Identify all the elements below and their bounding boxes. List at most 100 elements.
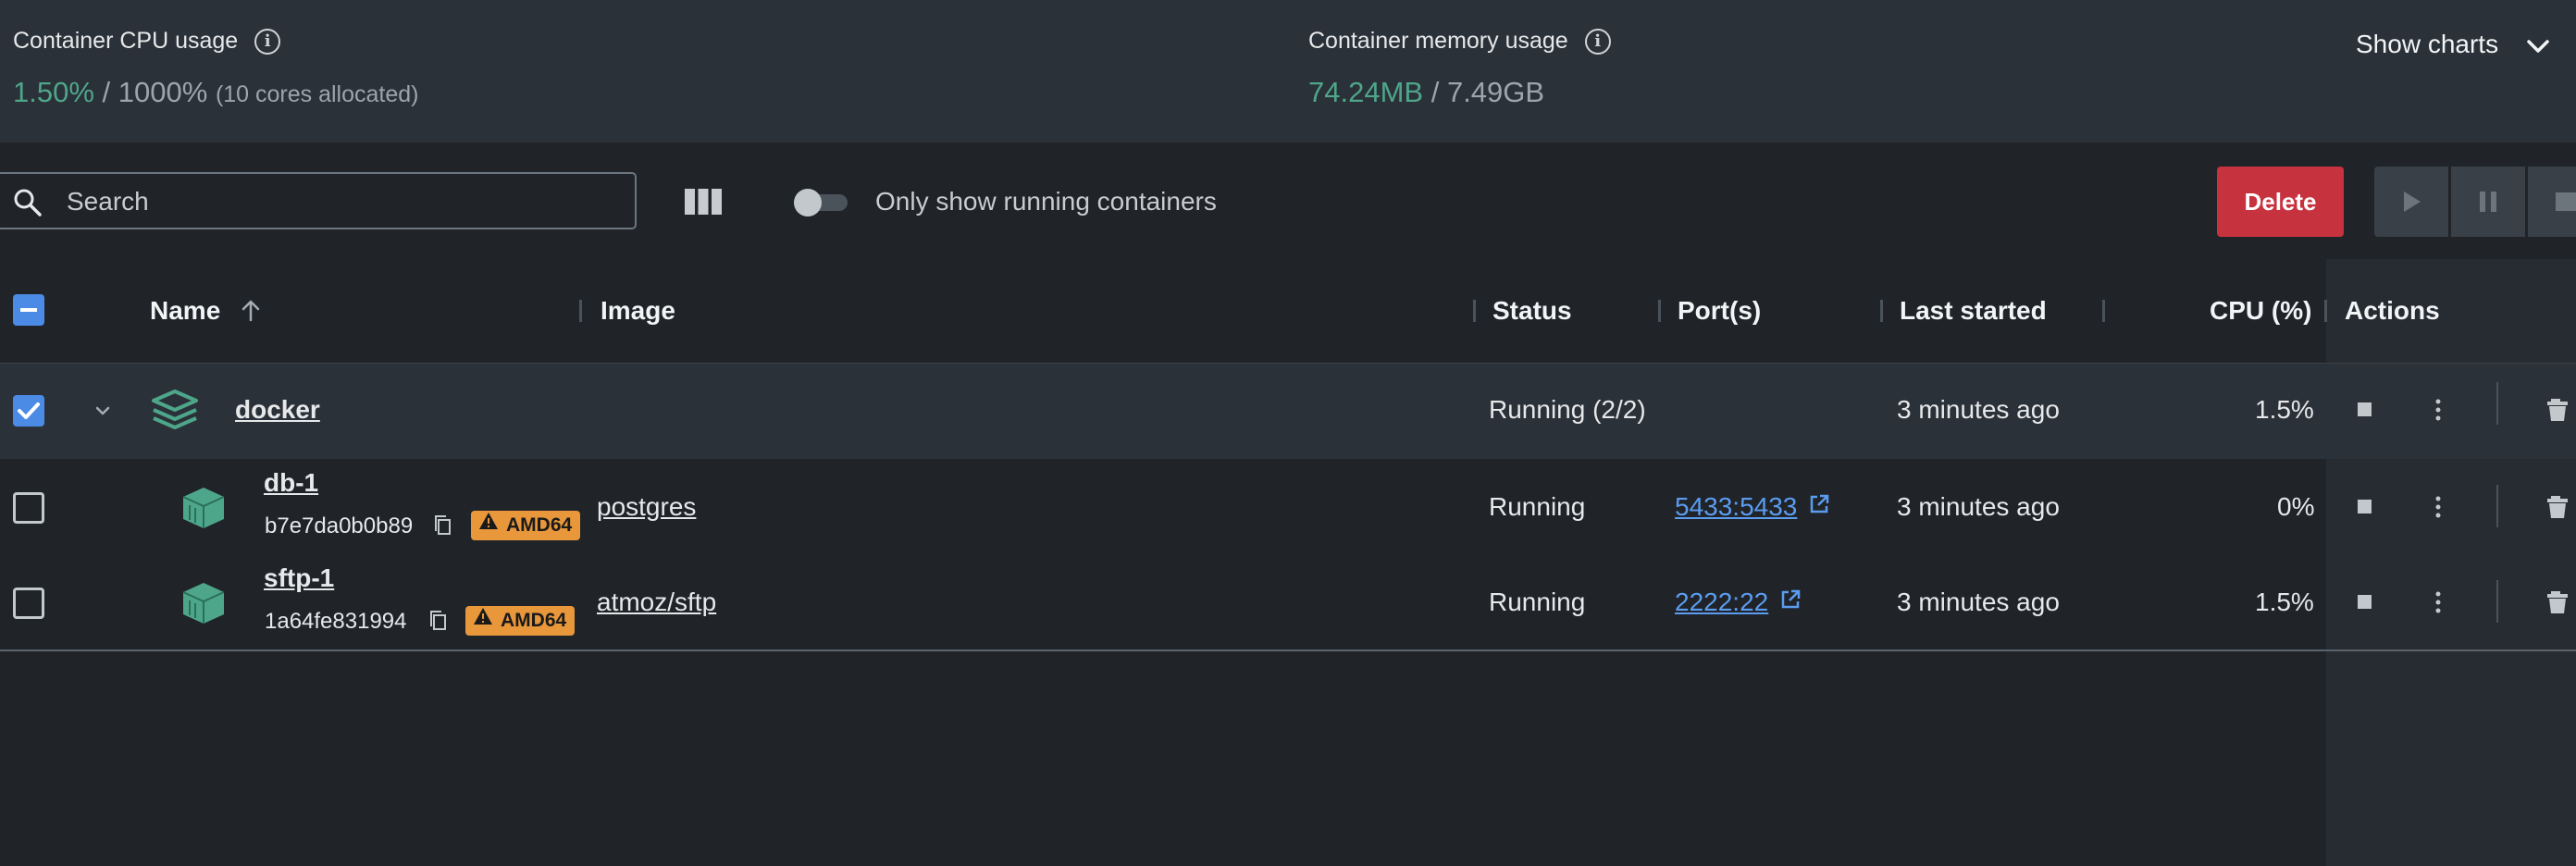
cpu-usage-heading: Container CPU usage i	[13, 28, 281, 56]
column-resize-handle[interactable]	[1473, 300, 1476, 322]
container-last-started: 3 minutes ago	[1897, 588, 2060, 616]
external-link-icon[interactable]	[1779, 588, 1802, 617]
memory-used: 74.24MB	[1308, 76, 1424, 108]
cpu-cores-note: (10 cores allocated)	[215, 81, 419, 107]
cpu-usage-label: Container CPU usage	[13, 28, 239, 54]
cpu-usage-value: 1.50% / 1000% (10 cores allocated)	[13, 76, 419, 109]
column-header-ports[interactable]: Port(s)	[1678, 296, 1761, 326]
image-link[interactable]: postgres	[597, 492, 696, 522]
play-icon	[2404, 192, 2421, 212]
more-options-button[interactable]	[2428, 397, 2448, 427]
container-id: b7e7da0b0b89	[265, 513, 414, 538]
columns-toggle-button[interactable]	[683, 185, 724, 223]
row-checkbox[interactable]	[13, 395, 44, 427]
stop-icon	[2358, 595, 2372, 609]
memory-usage-label: Container memory usage	[1308, 28, 1568, 54]
search-icon	[13, 188, 43, 222]
pause-icon	[2480, 192, 2496, 212]
compose-group-row[interactable]: docker Running (2/2) 3 minutes ago 1.5%	[0, 364, 2576, 459]
stop-icon	[2556, 192, 2576, 211]
actions-divider	[2496, 485, 2498, 527]
stop-button[interactable]	[2356, 498, 2374, 521]
container-row[interactable]: db-1 b7e7da0b0b89 AMD64 postgres Running…	[0, 461, 2576, 553]
column-name-label: Name	[150, 296, 221, 325]
port-link-label[interactable]: 2222:22	[1675, 588, 1768, 616]
minus-icon	[20, 308, 37, 312]
bulk-pause-button[interactable]	[2451, 167, 2525, 237]
info-icon[interactable]: i	[1584, 29, 1611, 56]
container-status: Running	[1489, 588, 1586, 616]
stop-icon	[2358, 500, 2372, 513]
column-header-actions: Actions	[2345, 296, 2440, 325]
actions-divider	[2496, 580, 2498, 623]
column-resize-handle[interactable]	[579, 300, 582, 322]
search-input[interactable]	[65, 183, 624, 220]
column-header-name[interactable]: Name	[150, 296, 261, 326]
architecture-badge: AMD64	[465, 605, 576, 636]
select-all-checkbox[interactable]	[13, 294, 44, 326]
column-header-status[interactable]: Status	[1492, 296, 1572, 326]
copy-icon[interactable]	[433, 513, 453, 542]
warning-icon	[473, 605, 493, 635]
running-only-toggle[interactable]	[794, 189, 848, 216]
more-vertical-icon	[2435, 399, 2441, 421]
column-header-last-started[interactable]: Last started	[1900, 296, 2047, 326]
cpu-total: 1000%	[118, 76, 208, 108]
external-link-icon[interactable]	[1808, 492, 1830, 522]
checkmark-icon	[18, 402, 40, 419]
table-header: Name Image Status Port(s) Last started C…	[0, 259, 2576, 365]
more-options-button[interactable]	[2428, 494, 2448, 525]
trash-icon	[2547, 591, 2568, 613]
row-checkbox[interactable]	[13, 492, 44, 524]
info-icon[interactable]: i	[254, 29, 281, 56]
column-header-cpu[interactable]: CPU (%)	[2210, 296, 2311, 326]
architecture-label: AMD64	[506, 514, 573, 536]
stack-icon	[150, 388, 200, 437]
show-charts-label: Show charts	[2356, 30, 2499, 58]
copy-icon[interactable]	[428, 609, 449, 637]
column-header-image[interactable]: Image	[601, 296, 675, 326]
stop-button[interactable]	[2356, 401, 2374, 424]
group-name-link[interactable]: docker	[235, 395, 320, 425]
more-options-button[interactable]	[2428, 589, 2448, 620]
column-resize-handle[interactable]	[2102, 300, 2105, 322]
container-last-started: 3 minutes ago	[1897, 492, 2060, 521]
container-name-link[interactable]: sftp-1	[264, 563, 334, 593]
columns-icon	[685, 189, 722, 215]
container-name-link[interactable]: db-1	[264, 468, 318, 498]
search-field[interactable]	[0, 172, 637, 229]
cpu-used: 1.50%	[13, 76, 94, 108]
row-checkbox[interactable]	[13, 588, 44, 619]
bulk-stop-button[interactable]	[2528, 167, 2576, 237]
more-vertical-icon	[2435, 591, 2441, 613]
column-resize-handle[interactable]	[2324, 300, 2327, 322]
group-cpu: 1.5%	[2255, 395, 2314, 424]
sort-ascending-icon[interactable]	[241, 299, 261, 323]
delete-button[interactable]: Delete	[2217, 167, 2344, 237]
container-status: Running	[1489, 492, 1586, 521]
port-link[interactable]: 2222:22	[1675, 588, 1802, 617]
container-id: 1a64fe831994	[265, 609, 407, 634]
toggle-knob	[794, 189, 822, 216]
chevron-down-icon	[95, 406, 110, 415]
container-row[interactable]: sftp-1 1a64fe831994 AMD64 atmoz/sftp Run…	[0, 555, 2576, 651]
show-charts-button[interactable]: Show charts	[2356, 30, 2550, 61]
stop-icon	[2358, 402, 2372, 416]
port-link[interactable]: 5433:5433	[1675, 492, 1830, 522]
group-last-started: 3 minutes ago	[1897, 395, 2060, 424]
column-resize-handle[interactable]	[1880, 300, 1883, 322]
image-link[interactable]: atmoz/sftp	[597, 588, 716, 617]
stats-header: Container CPU usage i 1.50% / 1000% (10 c…	[0, 0, 2576, 142]
architecture-label: AMD64	[501, 610, 567, 631]
container-icon	[180, 580, 228, 631]
stop-button[interactable]	[2356, 593, 2374, 616]
bulk-start-button[interactable]	[2374, 167, 2448, 237]
delete-row-button[interactable]	[2546, 397, 2569, 427]
delete-row-button[interactable]	[2546, 589, 2569, 620]
column-resize-handle[interactable]	[1658, 300, 1661, 322]
memory-total: 7.49GB	[1446, 76, 1545, 108]
expand-toggle[interactable]	[93, 402, 113, 425]
port-link-label[interactable]: 5433:5433	[1675, 492, 1797, 521]
delete-row-button[interactable]	[2546, 494, 2569, 525]
more-vertical-icon	[2435, 496, 2441, 518]
